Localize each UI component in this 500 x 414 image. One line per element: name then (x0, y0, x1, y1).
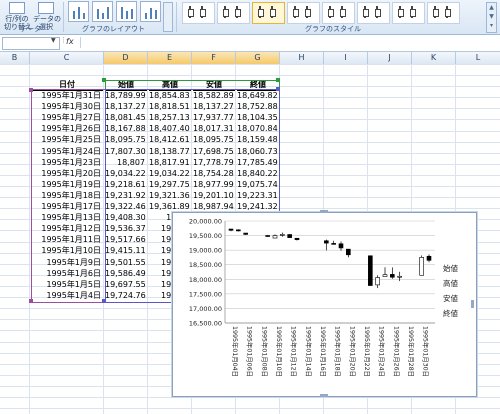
range-handle[interactable] (276, 87, 280, 91)
chart-style-5[interactable] (322, 2, 355, 24)
candle-body (265, 235, 270, 237)
candle-body (346, 248, 351, 256)
ribbon-separator (63, 2, 64, 32)
group-label-data: データ (20, 25, 41, 33)
chart-layout-2[interactable] (92, 1, 113, 22)
y-tick-label: 19,500.00 (189, 232, 222, 240)
column-header-h[interactable]: H (280, 52, 324, 64)
candle-body (331, 243, 336, 245)
x-tick-label: 1995年01月28日 (407, 326, 416, 377)
candle-body (294, 237, 300, 240)
name-box-dropdown-icon[interactable]: ▼ (51, 37, 56, 44)
x-tick-label: 1995年01月12日 (290, 326, 299, 377)
x-tick-label: 1995年01月08日 (260, 326, 269, 377)
y-tick-label: 20,000.00 (189, 218, 222, 226)
grid-row-line (0, 408, 500, 409)
candle-body (236, 229, 241, 232)
chart-style-4[interactable] (287, 2, 320, 24)
column-header-c[interactable]: C (30, 52, 104, 64)
x-tick-label: 1995年01月04日 (231, 326, 240, 377)
candle-body (287, 234, 292, 238)
legend-entry: 終値 (443, 308, 458, 318)
chart-layout-3[interactable] (116, 1, 137, 22)
y-tick-label: 17,000.00 (189, 305, 222, 313)
x-tick-label: 1995年01月24日 (378, 326, 387, 377)
ribbon-separator (176, 2, 177, 32)
chart-style-7[interactable] (392, 2, 425, 24)
x-tick-label: 1995年01月20日 (348, 326, 357, 377)
chart-style-2[interactable] (217, 2, 250, 24)
range-handle[interactable] (102, 78, 106, 82)
range-handle[interactable] (29, 299, 33, 303)
candle-body (419, 257, 424, 276)
column-header-f[interactable]: F (192, 52, 236, 64)
chart-resize-handle-top[interactable] (320, 210, 328, 213)
chart-style-6[interactable] (357, 2, 390, 24)
y-tick-label: 18,500.00 (189, 261, 222, 269)
candle-body (280, 234, 285, 236)
column-header-d[interactable]: D (104, 52, 148, 64)
candle-body (426, 255, 432, 261)
chart-style-1[interactable] (182, 2, 215, 24)
column-header-i[interactable]: I (324, 52, 368, 64)
grid-row-line (0, 397, 500, 398)
x-tick-label: 1995年01月16日 (319, 326, 328, 377)
column-header-j[interactable]: J (368, 52, 412, 64)
y-tick-label: 19,000.00 (189, 247, 222, 255)
column-header-g[interactable]: G (236, 52, 280, 64)
layout-gallery-scroll[interactable] (163, 2, 173, 32)
group-label-style: グラフのスタイル (305, 25, 361, 33)
candle-body (338, 243, 344, 249)
y-tick-label: 17,500.00 (189, 290, 222, 298)
y-tick-label: 18,000.00 (189, 276, 222, 284)
x-tick-label: 1995年01月22日 (363, 326, 372, 377)
column-header-b[interactable]: B (0, 52, 30, 64)
chart-resize-handle-right[interactable] (471, 300, 474, 308)
formula-input[interactable] (80, 37, 497, 48)
range-handle[interactable] (102, 299, 106, 303)
range-handle[interactable] (29, 88, 33, 92)
style-gallery-scroll[interactable]: ▲ ▼ ▾ (486, 2, 497, 33)
range-handle[interactable] (276, 78, 280, 82)
ribbon: 行/列の 切り替え データの 選択 データ グラフのレイアウト ▲ ▼ ▾ グラフの… (0, 0, 500, 35)
grid-row-line (0, 64, 500, 65)
x-tick-label: 1995年01月06日 (246, 326, 255, 377)
select-data-icon (38, 2, 54, 14)
grid-row-line (0, 75, 500, 76)
column-header-l[interactable]: L (456, 52, 500, 64)
chart-style-8[interactable] (427, 2, 460, 24)
insert-function-button[interactable]: fx (66, 37, 74, 46)
y-tick-label: 16,500.00 (189, 320, 222, 328)
chart-layout-1[interactable] (68, 1, 89, 22)
category-range-highlight (31, 89, 106, 303)
column-header-e[interactable]: E (148, 52, 192, 64)
legend-entry: 高値 (443, 278, 458, 288)
x-tick-label: 1995年01月14日 (304, 326, 313, 377)
x-tick-label: 1995年01月18日 (334, 326, 343, 377)
legend-entry: 始値 (443, 263, 458, 273)
chart-layout-4[interactable] (140, 1, 161, 22)
stock-chart[interactable]: 20,000.00 19,500.00 19,000.00 18,500.00 18,0… (172, 212, 477, 397)
chart-style-3[interactable] (252, 2, 285, 24)
candle-body (324, 240, 329, 244)
x-tick-label: 1995年01月26日 (392, 326, 401, 377)
legend-entry: 安値 (443, 293, 458, 303)
candle-body (272, 235, 278, 239)
switch-row-column-icon (9, 2, 25, 14)
x-tick-label: 1995年01月10日 (275, 326, 284, 377)
candle-body (397, 275, 402, 278)
candle-body (368, 255, 373, 286)
candle-body (390, 274, 395, 278)
candle-body (375, 277, 380, 286)
column-header-k[interactable]: K (412, 52, 456, 64)
candle-body (228, 228, 234, 231)
x-tick-label: 1995年01月30日 (422, 326, 431, 377)
stock-chart-canvas: 20,000.00 19,500.00 19,000.00 18,500.00 18,0… (189, 218, 459, 377)
candle-body (243, 232, 248, 235)
chart-resize-handle-bottom[interactable] (320, 394, 328, 397)
candle-body (382, 274, 388, 277)
group-label-layout: グラフのレイアウト (82, 25, 145, 33)
